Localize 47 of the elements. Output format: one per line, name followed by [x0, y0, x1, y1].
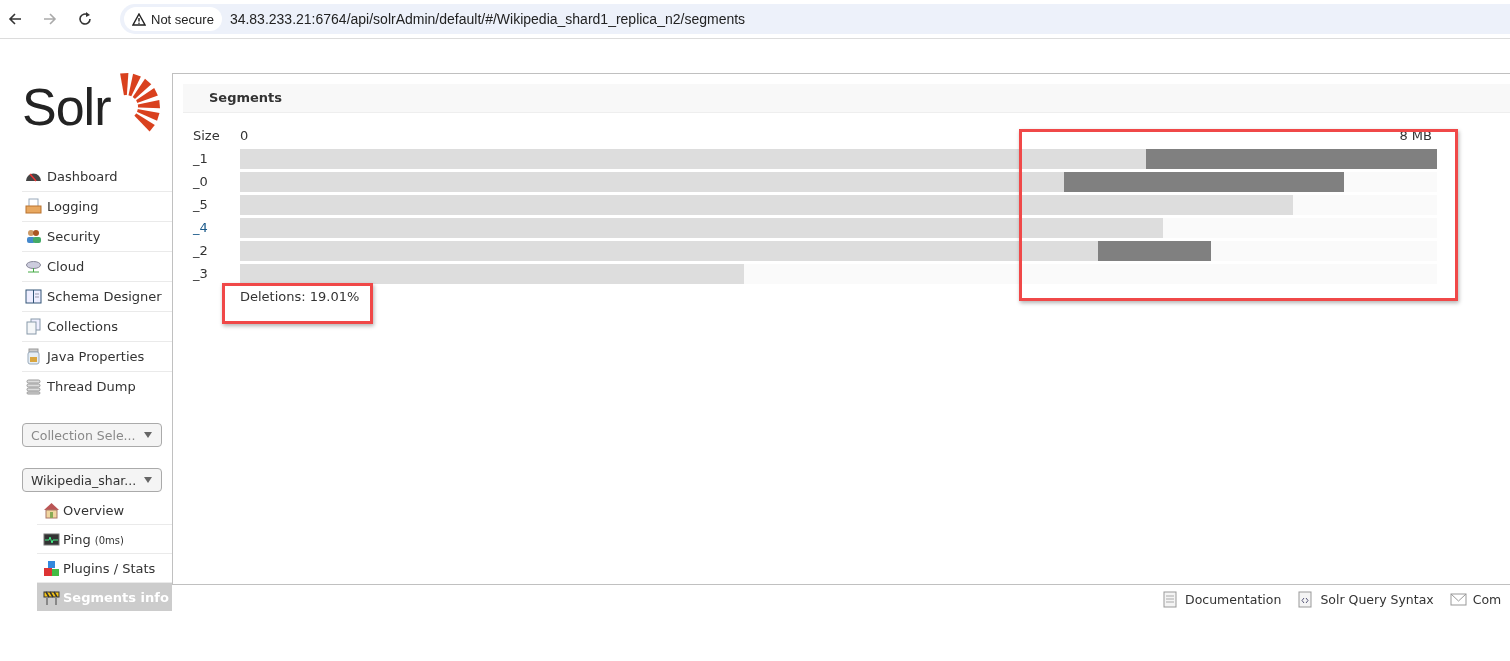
documents-icon — [25, 318, 42, 335]
barrier-icon — [43, 588, 60, 606]
cloud-icon — [25, 258, 42, 275]
security-button[interactable]: Not secure — [124, 7, 222, 31]
sidebar-item[interactable]: Logging — [22, 192, 172, 222]
footer-link[interactable]: Solr Query Syntax — [1297, 591, 1434, 608]
sidebar-item[interactable]: Thread Dump — [22, 372, 172, 401]
segment-name: _5 — [193, 197, 209, 212]
size-label: Size — [193, 128, 221, 143]
house-icon — [43, 501, 60, 519]
sidebar-item[interactable]: Dashboard — [22, 162, 172, 192]
deletions-text: Deletions: 19.01% — [240, 288, 360, 304]
dropdown-caret-icon — [144, 477, 152, 483]
sidebar-item[interactable]: Java Properties — [22, 342, 172, 372]
stack-icon — [25, 378, 42, 395]
url-text: 34.83.233.21:6764/api/solrAdmin/default/#/Wikipedia_shard1_replica_n2/segments — [229, 11, 746, 27]
dropdown-caret-icon — [144, 432, 152, 438]
code-page-icon — [1297, 591, 1315, 608]
segment-name: _1 — [193, 151, 209, 166]
core-menu-item[interactable]: Ping (0ms) — [37, 525, 172, 554]
sidebar-item[interactable]: Collections — [22, 312, 172, 342]
segment-name: _0 — [193, 174, 209, 189]
footer-link[interactable]: Documentation — [1162, 591, 1282, 608]
monitor-icon — [43, 530, 60, 548]
segment-name: _2 — [193, 243, 209, 258]
warning-icon — [132, 12, 146, 26]
logo-text: Solr — [22, 77, 111, 137]
sidebar-item[interactable]: Security — [22, 222, 172, 252]
segment-name: _3 — [193, 266, 209, 281]
scale-min-label: 0 — [240, 128, 249, 143]
panel-header: Segments — [183, 84, 1510, 113]
core-menu-item[interactable]: Overview — [37, 496, 172, 525]
address-bar[interactable]: Not secure 34.83.233.21:6764/api/solrAdmin/default/#/Wikipedia_shard1_replica_n2/segments — [120, 4, 1510, 34]
segment-link[interactable]: _4 — [193, 220, 240, 235]
inbox-tray-icon — [25, 198, 42, 215]
envelope-icon — [1449, 591, 1467, 608]
reload-icon[interactable] — [77, 11, 93, 27]
core-selector[interactable]: Wikipedia_shar... — [22, 468, 162, 492]
book-icon — [25, 288, 42, 305]
footer-link[interactable]: Com — [1449, 591, 1502, 608]
people-icon — [25, 228, 42, 245]
jar-icon — [25, 348, 42, 365]
sidebar-item[interactable]: Cloud — [22, 252, 172, 282]
sidebar-item[interactable]: Schema Designer — [22, 282, 172, 312]
back-icon[interactable] — [7, 11, 23, 27]
document-icon — [1162, 591, 1179, 608]
blocks-icon — [43, 559, 60, 577]
